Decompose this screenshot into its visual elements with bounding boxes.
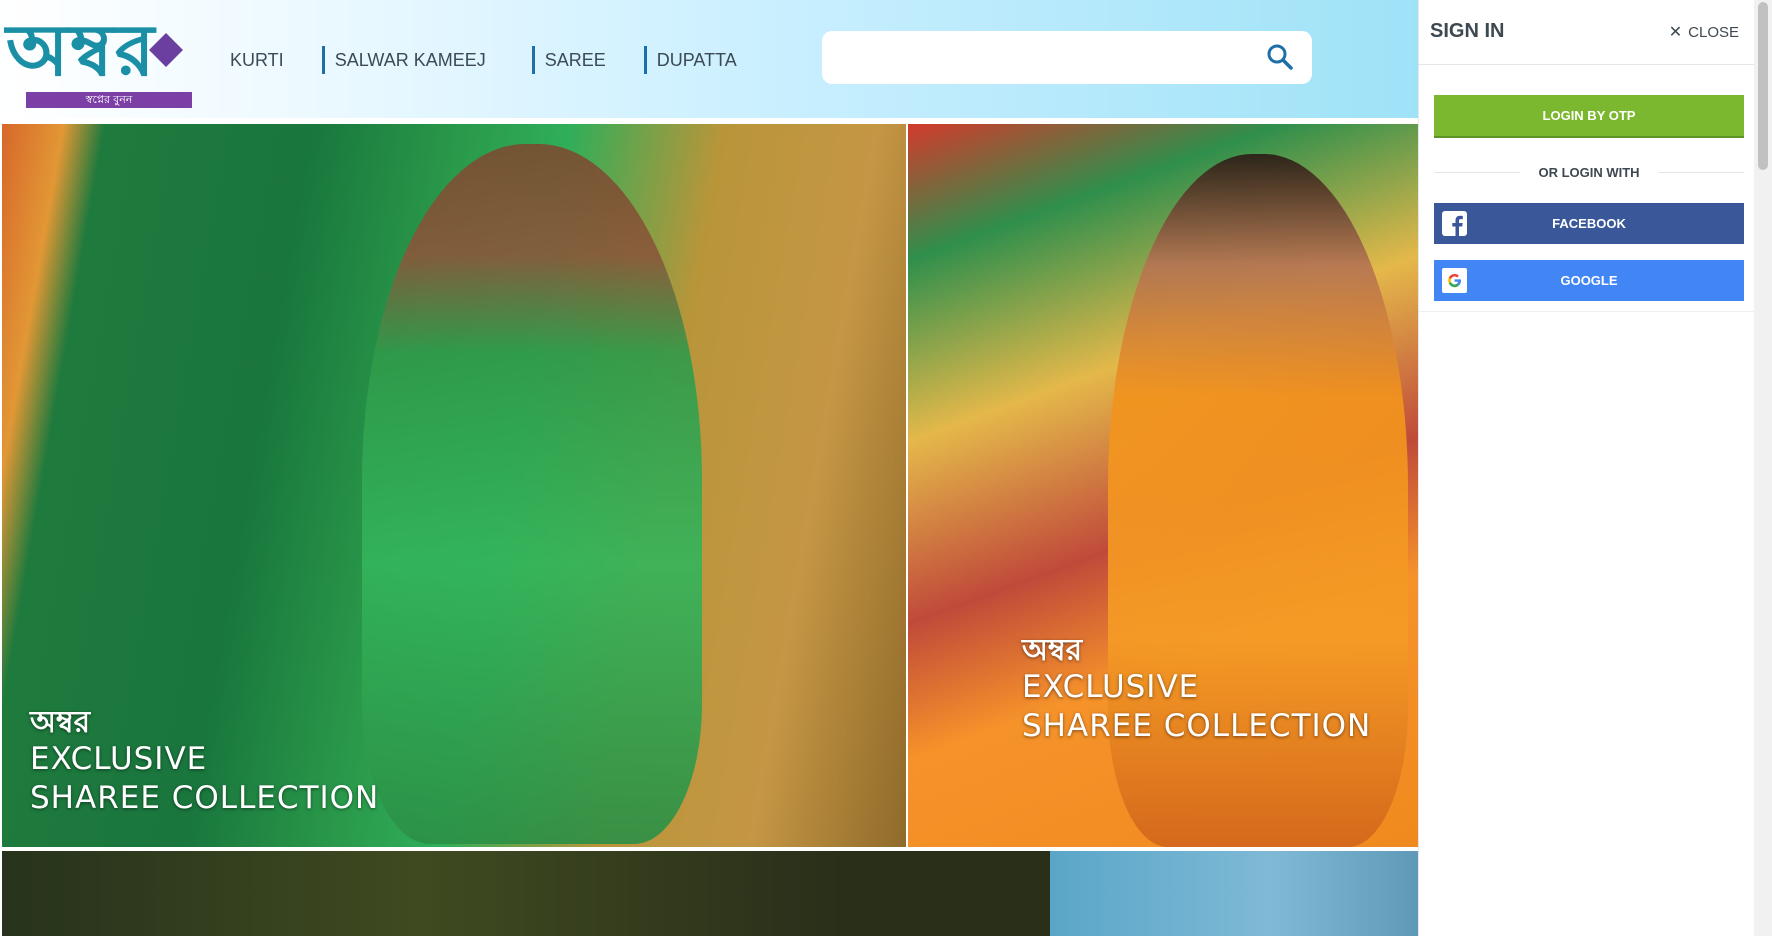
signin-title: SIGN IN <box>1430 20 1505 42</box>
google-icon <box>1442 268 1467 293</box>
close-icon: ✕ <box>1668 23 1683 41</box>
banner-orange-saree[interactable]: অম্বর EXCLUSIVE SHAREE COLLECTION <box>908 124 1418 847</box>
nav-item-saree[interactable]: SAREE <box>531 46 616 74</box>
site-header: অম্বর স্বপ্নের বুনন KURTI SALWAR KAMEEJ … <box>0 0 1418 118</box>
close-label: CLOSE <box>1688 24 1739 41</box>
divider <box>1434 171 1521 173</box>
promo-line-1: EXCLUSIVE <box>30 741 208 777</box>
close-button[interactable]: ✕ CLOSE <box>1669 24 1739 41</box>
promo-brand-mark: অম্বর <box>1022 633 1083 668</box>
logo-tagline: স্বপ্নের বুনন <box>26 92 192 108</box>
banner-green-saree[interactable]: অম্বর EXCLUSIVE SHAREE COLLECTION <box>2 124 906 847</box>
promo-brand-mark: অম্বর <box>30 705 91 740</box>
banner-lower-right[interactable] <box>1050 851 1418 936</box>
divider <box>1419 311 1755 312</box>
promo-line-2: SHAREE COLLECTION <box>30 780 380 816</box>
login-otp-button[interactable]: LOGIN BY OTP <box>1434 95 1744 138</box>
or-label: OR LOGIN WITH <box>1538 164 1640 180</box>
nav-item-kurti[interactable]: KURTI <box>220 46 294 74</box>
promo-line-2: SHAREE COLLECTION <box>1022 708 1372 744</box>
divider <box>1419 64 1755 65</box>
nav-item-dupatta[interactable]: DUPATTA <box>643 46 747 74</box>
promo-line-1: EXCLUSIVE <box>1022 669 1200 705</box>
scrollbar-thumb[interactable] <box>1758 2 1768 170</box>
page-scrollbar[interactable] <box>1754 0 1772 936</box>
banner-promo: অম্বর EXCLUSIVE SHAREE COLLECTION <box>30 706 379 818</box>
or-divider: OR LOGIN WITH <box>1434 162 1745 182</box>
search-icon[interactable] <box>1266 43 1294 71</box>
banner-lower-left[interactable] <box>2 851 1050 936</box>
divider <box>1657 171 1745 173</box>
google-login-button[interactable]: GOOGLE <box>1434 260 1744 301</box>
banner-promo: অম্বর EXCLUSIVE SHAREE COLLECTION <box>1022 634 1371 746</box>
brand-logo[interactable]: অম্বর স্বপ্নের বুনন <box>6 10 192 108</box>
signin-panel: SIGN IN ✕ CLOSE LOGIN BY OTP OR LOGIN WI… <box>1418 0 1755 936</box>
facebook-icon <box>1442 211 1467 236</box>
main-nav: KURTI SALWAR KAMEEJ SAREE DUPATTA <box>220 44 775 76</box>
search-input[interactable] <box>822 31 1312 84</box>
facebook-login-button[interactable]: FACEBOOK <box>1434 203 1744 244</box>
facebook-label: FACEBOOK <box>1552 216 1626 231</box>
google-label: GOOGLE <box>1560 273 1618 288</box>
model-photo <box>362 144 702 844</box>
nav-item-salwar-kameej[interactable]: SALWAR KAMEEJ <box>321 46 496 74</box>
